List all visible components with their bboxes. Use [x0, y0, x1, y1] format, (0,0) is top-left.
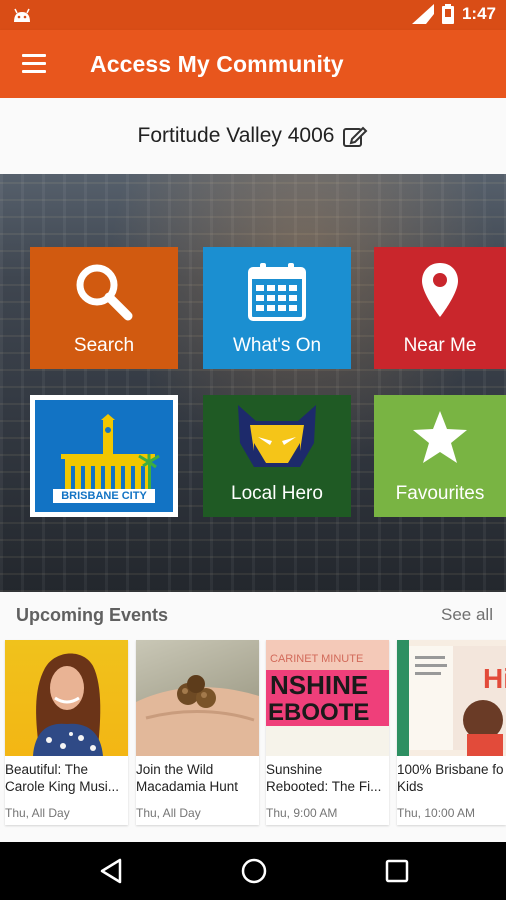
event-date: Thu, 10:00 AM: [397, 806, 476, 820]
event-card[interactable]: NSHINE EBOOTE CARINET MINUTE Sunshine Reb…: [266, 640, 389, 825]
hero-mask-icon: [238, 405, 316, 467]
event-date: Thu, All Day: [136, 806, 201, 820]
favourites-tile-label: Favourites: [395, 483, 485, 504]
event-date: Thu, All Day: [5, 806, 70, 820]
brisbane-city-tile[interactable]: BRISBANE CITY: [30, 395, 178, 517]
favourites-tile[interactable]: Favourites: [374, 395, 506, 517]
calendar-icon: [248, 263, 306, 321]
near-me-tile[interactable]: Near Me: [374, 247, 506, 369]
search-tile-label: Search: [73, 335, 135, 356]
map-pin-icon: [422, 263, 458, 317]
brisbane-city-logo: BRISBANE CITY: [35, 400, 173, 512]
status-time: 1:47: [461, 4, 496, 23]
svg-text:CARINET MINUTE: CARINET MINUTE: [270, 653, 363, 665]
back-icon[interactable]: [98, 857, 126, 885]
event-image: Hi: [397, 640, 506, 756]
app-bar: Access My Community: [0, 30, 506, 98]
event-date: Thu, 9:00 AM: [266, 806, 338, 820]
local-hero-tile[interactable]: Local Hero: [203, 395, 351, 517]
location-label: Fortitude Valley 4006: [137, 124, 335, 147]
event-image: NSHINE EBOOTE CARINET MINUTE: [266, 640, 389, 756]
upcoming-events-title: Upcoming Events: [16, 605, 169, 625]
whats-on-tile-label: What's On: [232, 335, 322, 356]
event-card[interactable]: Hi 100% Brisbane foKids Thu, 10:00 AM: [397, 640, 506, 825]
brisbane-city-label: BRISBANE CITY: [53, 489, 155, 503]
event-card[interactable]: Beautiful: The Carole King Musi... Thu, A…: [5, 640, 128, 825]
svg-text:EBOOTE: EBOOTE: [268, 699, 369, 726]
signal-icon: [411, 4, 434, 24]
edit-icon[interactable]: [342, 123, 368, 149]
whats-on-tile[interactable]: What's On: [203, 247, 351, 369]
event-title: Sunshine Rebooted: The Fi...: [266, 762, 382, 794]
local-hero-tile-label: Local Hero: [231, 483, 323, 504]
event-title: Join the Wild Macadamia Hunt: [136, 762, 239, 794]
upcoming-events-section: Upcoming Events See all Beautiful: The Ca…: [0, 592, 506, 842]
see-all-link[interactable]: See all: [441, 605, 493, 625]
event-image: [5, 640, 128, 756]
event-title: 100% Brisbane fo Kids: [397, 762, 504, 794]
near-me-tile-label: Near Me: [403, 335, 477, 356]
android-icon: [14, 8, 30, 22]
status-bar: 1:47: [0, 0, 506, 30]
app-title: Access My Community: [90, 51, 344, 77]
search-icon: [76, 264, 133, 321]
location-bar[interactable]: Fortitude Valley 4006: [0, 98, 506, 174]
event-card[interactable]: Join the Wild Macadamia Hunt Thu, All Day: [136, 640, 259, 825]
home-icon[interactable]: [240, 857, 268, 885]
system-navigation-bar: [0, 842, 506, 900]
svg-text:Hi: Hi: [483, 663, 506, 694]
menu-icon[interactable]: [22, 54, 46, 74]
star-icon: [413, 411, 467, 463]
search-tile[interactable]: Search: [30, 247, 178, 369]
event-title: Beautiful: The Carole King Musi...: [5, 762, 120, 794]
hero-background: Search What's On Near Me BRISBANE CITY L…: [0, 174, 506, 592]
battery-icon: [441, 4, 454, 24]
event-image: [136, 640, 259, 756]
svg-text:NSHINE: NSHINE: [270, 670, 368, 700]
recent-apps-icon[interactable]: [383, 857, 411, 885]
